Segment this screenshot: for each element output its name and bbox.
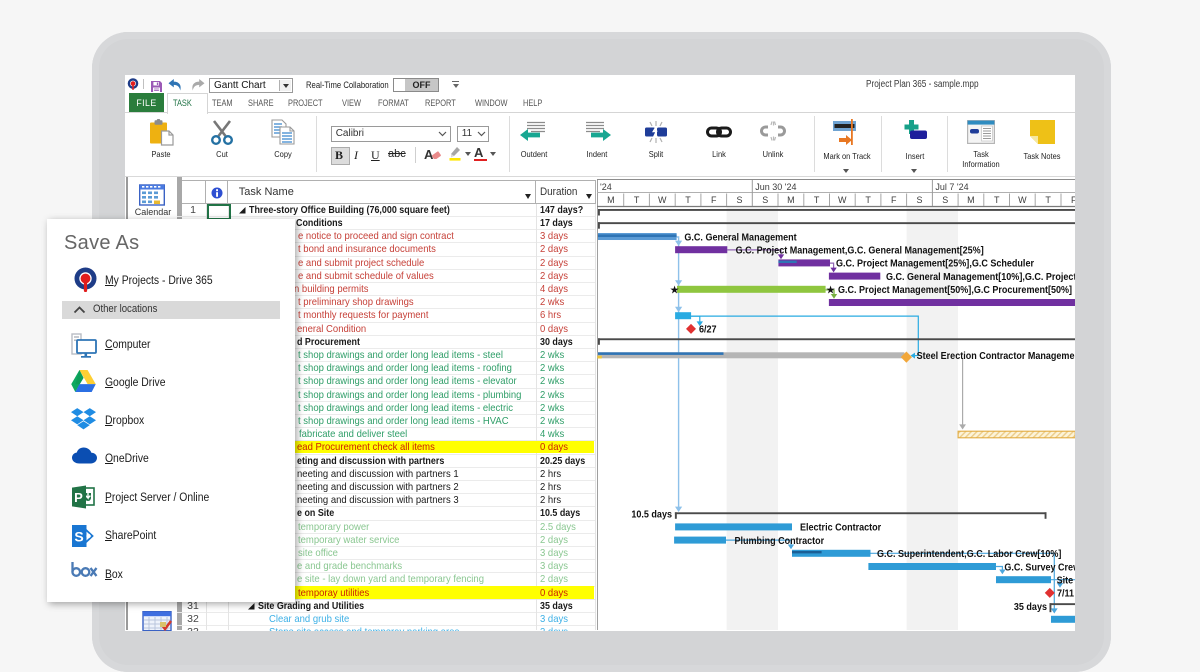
svg-text:★: ★ bbox=[826, 285, 836, 297]
svg-text:Electric Contractor: Electric Contractor bbox=[800, 522, 881, 534]
svg-text:T: T bbox=[685, 195, 691, 205]
svg-text:7/11: 7/11 bbox=[1057, 588, 1075, 600]
svg-text:G.C. Project Management[25%],G: G.C. Project Management[25%],G.C Schedul… bbox=[836, 258, 1034, 270]
svg-text:T: T bbox=[994, 195, 1000, 205]
svg-text:F: F bbox=[891, 195, 897, 205]
svg-text:Plumbing Contractor: Plumbing Contractor bbox=[734, 535, 824, 547]
svg-text:T: T bbox=[814, 195, 820, 205]
svg-text:35 days: 35 days bbox=[1014, 601, 1048, 613]
svg-text:S: S bbox=[74, 528, 83, 544]
svg-text:G.C. General Management[10%],G: G.C. General Management[10%],G.C. Projec… bbox=[886, 271, 1075, 283]
svg-text:M: M bbox=[967, 195, 974, 205]
svg-text:S: S bbox=[916, 195, 922, 205]
svg-text:G.C. Superintendent,G.C. Labor: G.C. Superintendent,G.C. Labor Crew[10%] bbox=[877, 549, 1061, 561]
svg-text:Steel Erection Contractor Mana: Steel Erection Contractor Management,Ste… bbox=[917, 351, 1076, 363]
svg-text:★: ★ bbox=[670, 285, 680, 297]
svg-text:S: S bbox=[762, 195, 768, 205]
svg-text:S: S bbox=[942, 195, 948, 205]
svg-text:W: W bbox=[1018, 195, 1027, 205]
svg-text:G.C. Project Management,G.C. G: G.C. Project Management,G.C. General Man… bbox=[736, 245, 984, 257]
svg-text:F: F bbox=[1071, 195, 1075, 205]
svg-text:S: S bbox=[736, 195, 742, 205]
svg-text:T: T bbox=[1045, 195, 1051, 205]
svg-text:T: T bbox=[634, 195, 640, 205]
svg-text:Jul 7 '24: Jul 7 '24 bbox=[935, 182, 968, 192]
svg-text:G.C. General Management: G.C. General Management bbox=[684, 232, 797, 244]
svg-text:W: W bbox=[838, 195, 847, 205]
svg-text:G.C. Survey Crew,Sewer: G.C. Survey Crew,Sewer bbox=[1004, 562, 1075, 574]
svg-text:Site: Site bbox=[1057, 575, 1074, 587]
svg-text:'24: '24 bbox=[600, 182, 612, 192]
svg-text:6/27: 6/27 bbox=[699, 324, 717, 336]
svg-text:M: M bbox=[607, 195, 614, 205]
svg-text:F: F bbox=[711, 195, 717, 205]
svg-text:Jun 30 '24: Jun 30 '24 bbox=[755, 182, 796, 192]
svg-text:T: T bbox=[865, 195, 871, 205]
svg-text:M: M bbox=[787, 195, 794, 205]
svg-text:G.C. Project Management[50%],G: G.C. Project Management[50%],G.C Procure… bbox=[838, 285, 1072, 297]
svg-text:P: P bbox=[74, 490, 83, 505]
svg-text:W: W bbox=[658, 195, 667, 205]
svg-text:10.5 days: 10.5 days bbox=[631, 509, 672, 521]
